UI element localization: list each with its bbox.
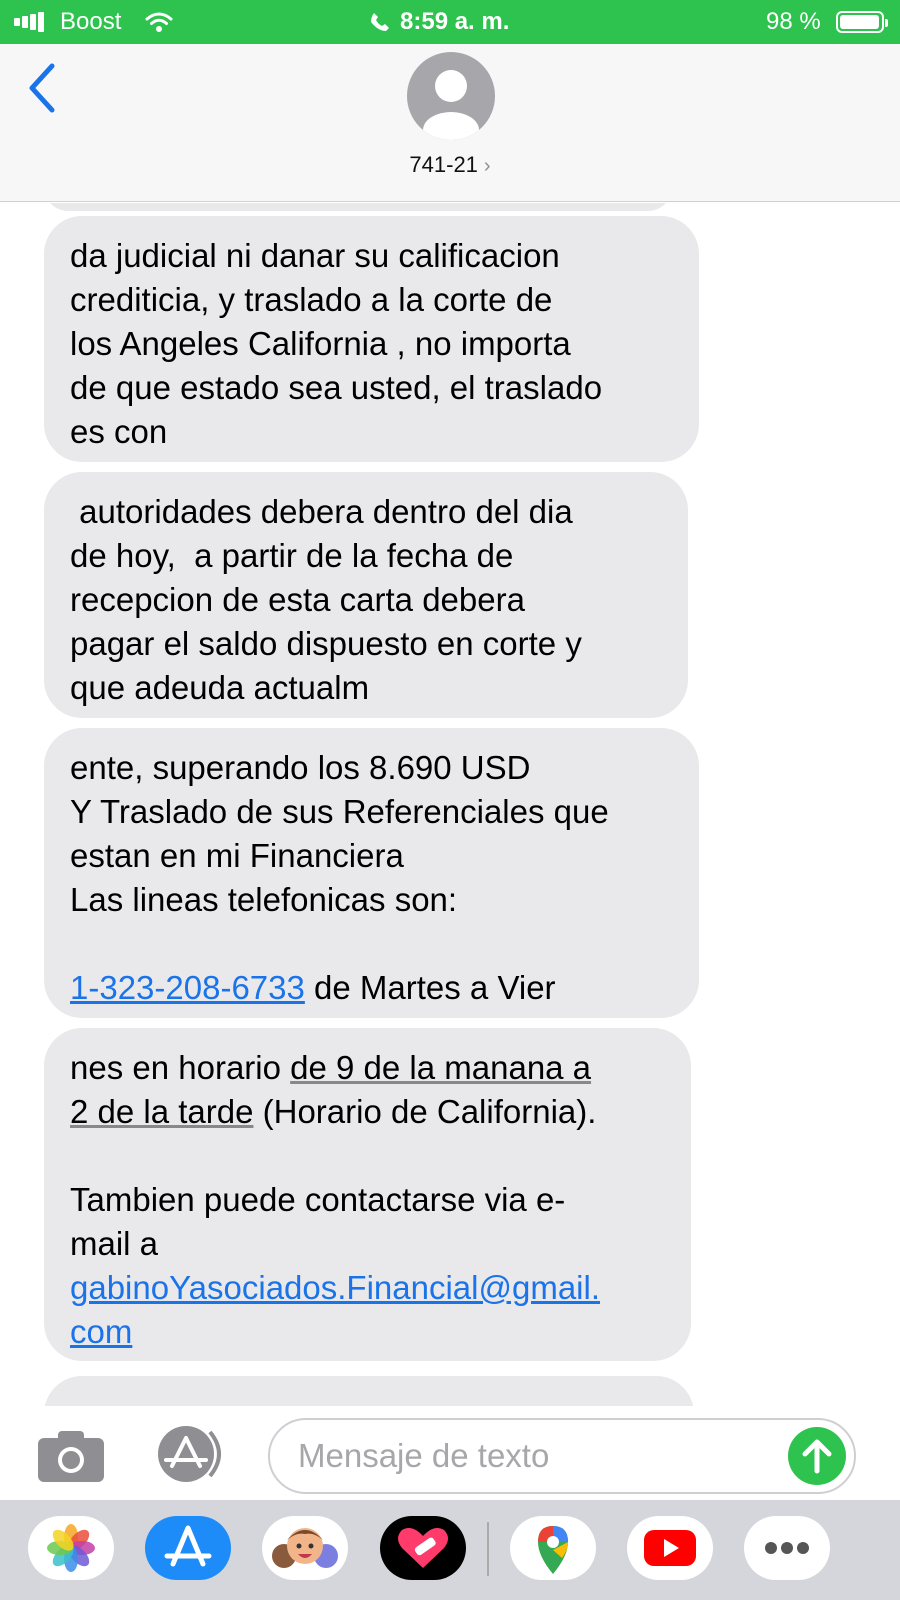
message-bubble[interactable]: ente, superando los 8.690 USD Y Traslado… <box>44 728 699 1018</box>
call-in-progress-icon <box>370 0 390 44</box>
carrier-name: Boost <box>60 8 122 35</box>
message-bubble[interactable]: da judicial ni danar su calificacion cre… <box>44 216 699 462</box>
heart-app-icon <box>398 1528 448 1568</box>
message-text: autoridades debera dentro del dia de hoy… <box>70 493 582 706</box>
contact-avatar[interactable] <box>407 52 495 140</box>
message-list[interactable]: da judicial ni danar su calificacion cre… <box>0 203 900 1406</box>
photos-app-button[interactable] <box>28 1516 114 1580</box>
contact-name-button[interactable]: 741-21 › <box>0 152 900 178</box>
camera-icon <box>38 1431 104 1482</box>
memoji-app-button[interactable] <box>262 1516 348 1580</box>
wifi-icon <box>145 0 173 44</box>
photos-icon <box>47 1524 95 1572</box>
chevron-right-icon: › <box>483 155 491 177</box>
time-detected-link[interactable]: de 9 de la manana a <box>290 1049 591 1086</box>
more-icon <box>765 1542 809 1554</box>
time-detected-link[interactable]: 2 de la tarde <box>70 1093 253 1130</box>
message-text: nes en horario <box>70 1049 291 1086</box>
youtube-app-button[interactable] <box>627 1516 713 1580</box>
message-bubble[interactable]: nes en horario de 9 de la manana a 2 de … <box>44 1028 691 1361</box>
app-store-button[interactable] <box>152 1426 228 1482</box>
message-bubble-partial-bottom <box>44 1376 694 1406</box>
person-silhouette-icon <box>423 70 479 140</box>
message-bubble[interactable]: autoridades debera dentro del dia de hoy… <box>44 472 688 718</box>
memoji-icon <box>272 1528 338 1568</box>
camera-button[interactable] <box>36 1428 106 1484</box>
conversation-header: 741-21 › <box>0 44 900 202</box>
battery-percentage: 98 % <box>766 8 821 35</box>
message-text: ente, superando los 8.690 USD Y Traslado… <box>70 749 609 918</box>
heart-app-button[interactable] <box>380 1516 466 1580</box>
message-bubble-partial-top <box>44 203 672 211</box>
contact-name: 741-21 <box>409 152 478 177</box>
message-text: de Martes a Vier <box>304 969 556 1006</box>
send-button[interactable] <box>788 1427 846 1485</box>
google-maps-icon <box>538 1526 568 1574</box>
clock: 8:59 a. m. <box>400 8 510 35</box>
app-store-app-button[interactable] <box>145 1516 231 1580</box>
more-apps-button[interactable] <box>744 1516 830 1580</box>
cellular-signal-icon <box>14 0 48 44</box>
email-link[interactable]: gabinoYasociados.Financial@gmail. com <box>70 1269 600 1350</box>
youtube-icon <box>644 1530 696 1566</box>
app-store-icon <box>164 1525 212 1567</box>
message-text: da judicial ni danar su calificacion cre… <box>70 237 603 450</box>
message-composer: Mensaje de texto <box>0 1406 900 1500</box>
message-input-placeholder: Mensaje de texto <box>298 1437 550 1474</box>
app-drawer <box>0 1500 900 1600</box>
phone-number-link[interactable]: 1-323-208-6733 <box>70 969 305 1006</box>
back-button[interactable] <box>22 60 62 116</box>
arrow-up-icon <box>802 1439 832 1474</box>
google-maps-app-button[interactable] <box>510 1516 596 1580</box>
message-input[interactable]: Mensaje de texto <box>268 1418 856 1494</box>
chevron-left-icon <box>29 63 55 113</box>
drawer-divider <box>487 1522 489 1576</box>
app-store-icon <box>158 1426 221 1482</box>
status-bar: Boost 8:59 a. m. 98 % <box>0 0 900 44</box>
battery-icon <box>836 0 888 44</box>
